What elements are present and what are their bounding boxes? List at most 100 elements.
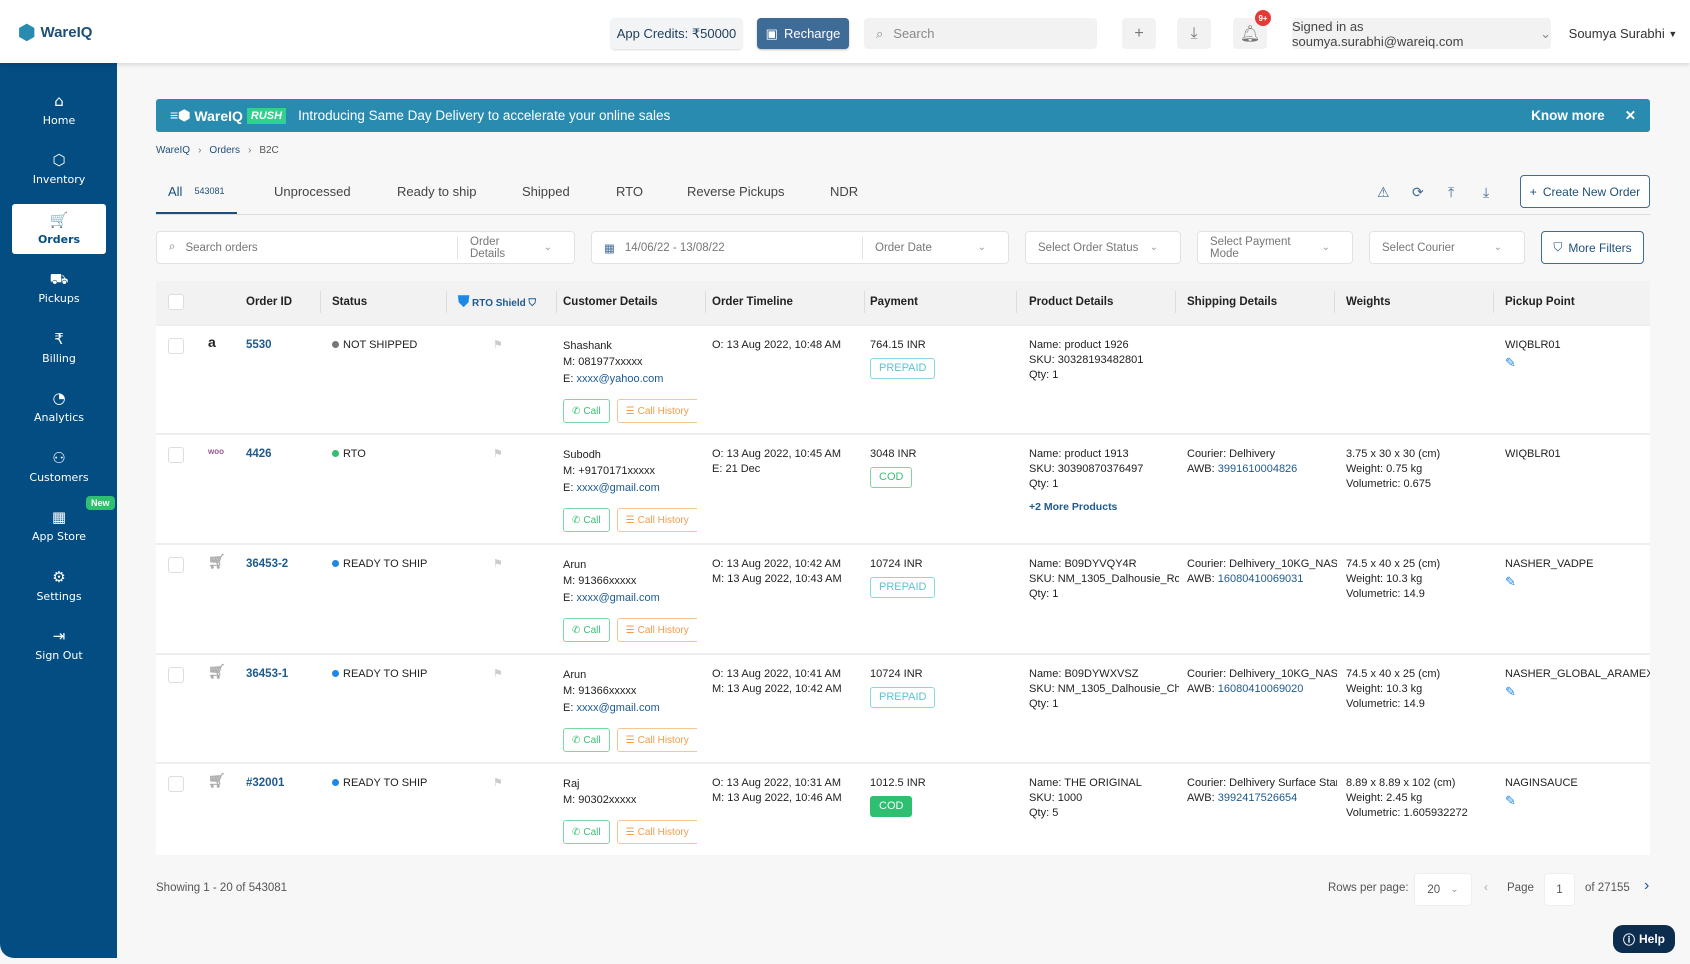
recharge-button[interactable]: ▣ Recharge (757, 18, 849, 49)
rows-per-page-select[interactable]: 20 ⌄ (1414, 873, 1472, 906)
tab-unprocessed[interactable]: Unprocessed (274, 184, 351, 214)
customer-details: Arun M: 91366xxxxx E: xxxx@gmail.com ✆ Ca… (563, 667, 697, 752)
sidebar-item-inventory[interactable]: ⬡ Inventory (12, 145, 106, 195)
phone-icon: ✆ (572, 826, 581, 838)
call-button[interactable]: ✆ Call (563, 618, 610, 642)
user-menu[interactable]: Soumya Surabhi ▼ (1568, 18, 1678, 49)
search-orders-input[interactable]: ⌕ Search orders (157, 232, 457, 263)
call-history-button[interactable]: ☰ Call History (616, 508, 697, 532)
call-history-button[interactable]: ☰ Call History (616, 618, 697, 642)
col-rto-shield[interactable]: ⛊ RTO Shield ⛉ (458, 292, 536, 312)
order-status-select[interactable]: Select Order Status ⌄ (1025, 231, 1181, 264)
download-icon[interactable]: ⤓ (1483, 184, 1489, 201)
call-history-button[interactable]: ☰ Call History (616, 399, 697, 423)
email-link[interactable]: xxxx@yahoo.com (576, 373, 663, 385)
wareiq-logo[interactable]: ⬢ WareIQ (18, 20, 92, 45)
breadcrumb-wareiq[interactable]: WareIQ (156, 145, 190, 156)
more-products-link[interactable]: +2 More Products (1029, 500, 1179, 515)
chevron-down-icon: ⌄ (977, 242, 986, 253)
call-button[interactable]: ✆ Call (563, 399, 610, 423)
tab-all[interactable]: All 543081 (156, 184, 237, 214)
flag-icon[interactable]: ⚑ (493, 557, 503, 572)
row-checkbox[interactable] (168, 447, 184, 463)
call-button[interactable]: ✆ Call (563, 508, 610, 532)
chevron-right-icon: › (247, 145, 252, 156)
phone-icon: ✆ (572, 405, 581, 417)
refresh-icon[interactable]: ⟳ (1412, 184, 1424, 201)
flag-icon[interactable]: ⚑ (493, 667, 503, 682)
prev-page-button[interactable]: ‹ (1484, 882, 1488, 894)
upload-icon[interactable]: ⤒ (1448, 184, 1454, 201)
edit-icon[interactable]: ✎ (1505, 793, 1578, 808)
edit-icon[interactable]: ✎ (1505, 684, 1650, 699)
global-search-input[interactable]: ⌕ Search (864, 18, 1097, 49)
sidebar-item-sign-out[interactable]: ⇥ Sign Out (12, 621, 106, 671)
awb-link[interactable]: 16080410069031 (1218, 573, 1304, 585)
payment-mode-badge: COD (870, 467, 913, 488)
tab-shipped[interactable]: Shipped (522, 184, 570, 214)
more-filters-button[interactable]: ⛉ More Filters (1541, 231, 1644, 264)
chevron-down-icon: ⌄ (1321, 242, 1330, 253)
row-checkbox[interactable] (168, 776, 184, 792)
sidebar-item-pickups[interactable]: ⛟ Pickups (12, 264, 106, 314)
shipping-details: Courier: Delhivery AWB: 3991610004826 (1187, 447, 1337, 477)
select-all-checkbox[interactable] (168, 294, 184, 310)
showing-count: Showing 1 - 20 of 543081 (156, 882, 288, 894)
email-link[interactable]: xxxx@gmail.com (576, 702, 659, 714)
order-id-link[interactable]: 36453-1 (246, 667, 288, 682)
call-button[interactable]: ✆ Call (563, 728, 610, 752)
row-checkbox[interactable] (168, 557, 184, 573)
close-icon[interactable]: ✕ (1625, 108, 1636, 124)
call-button[interactable]: ✆ Call (563, 820, 610, 844)
order-id-link[interactable]: 36453-2 (246, 557, 288, 572)
order-id-link[interactable]: #32001 (246, 776, 284, 791)
customer-details: Subodh M: +9170171xxxxx E: xxxx@gmail.co… (563, 447, 697, 532)
edit-icon[interactable]: ✎ (1505, 574, 1593, 589)
payment-mode-select[interactable]: Select Payment Mode ⌄ (1197, 231, 1353, 264)
create-new-order-button[interactable]: + Create New Order (1520, 175, 1650, 208)
know-more-link[interactable]: Know more (1531, 108, 1605, 124)
amazon-icon: a (208, 334, 216, 350)
order-id-link[interactable]: 4426 (246, 447, 272, 462)
sidebar-item-customers[interactable]: ⚇ Customers (12, 442, 106, 492)
sidebar-item-home[interactable]: ⌂ Home (12, 85, 106, 135)
row-checkbox[interactable] (168, 338, 184, 354)
sidebar-item-billing[interactable]: ₹ Billing (12, 323, 106, 373)
edit-icon[interactable]: ✎ (1505, 355, 1561, 370)
flag-icon[interactable]: ⚑ (493, 447, 503, 462)
tab-reverse-pickups[interactable]: Reverse Pickups (687, 184, 785, 214)
tab-ready-to-ship[interactable]: Ready to ship (397, 184, 477, 214)
awb-link[interactable]: 3992417526654 (1218, 792, 1298, 804)
download-icon: ⤓ (1190, 24, 1198, 42)
email-link[interactable]: xxxx@gmail.com (576, 592, 659, 604)
courier-select[interactable]: Select Courier ⌄ (1369, 231, 1525, 264)
call-history-button[interactable]: ☰ Call History (616, 820, 697, 844)
awb-link[interactable]: 3991610004826 (1218, 463, 1298, 475)
date-range-picker[interactable]: ▦ 14/06/22 - 13/08/22 (592, 232, 862, 263)
breadcrumb-orders[interactable]: Orders (209, 145, 240, 156)
awb-link[interactable]: 16080410069020 (1218, 683, 1304, 695)
page-input[interactable]: 1 (1544, 873, 1575, 906)
email-link[interactable]: xxxx@gmail.com (576, 482, 659, 494)
tab-ndr[interactable]: NDR (830, 184, 858, 214)
order-id-link[interactable]: 5530 (246, 338, 272, 353)
next-page-button[interactable]: › (1644, 877, 1649, 895)
tab-rto[interactable]: RTO (616, 184, 643, 214)
help-icon: ⓘ (1622, 932, 1635, 947)
flag-icon[interactable]: ⚑ (493, 776, 503, 791)
downloads-button[interactable]: ⤓ (1177, 18, 1211, 49)
sidebar-item-orders[interactable]: 🛒 Orders (12, 204, 106, 254)
flag-icon[interactable]: ⚑ (493, 338, 503, 353)
plus-icon: + (1529, 184, 1537, 199)
order-date-select[interactable]: Order Date ⌄ (863, 232, 1008, 263)
call-history-button[interactable]: ☰ Call History (616, 728, 697, 752)
help-button[interactable]: ⓘ Help (1613, 925, 1675, 953)
sidebar-item-analytics[interactable]: ◔ Analytics (12, 383, 106, 433)
row-checkbox[interactable] (168, 667, 184, 683)
order-details-select[interactable]: Order Details ⌄ (458, 232, 574, 263)
sidebar-item-settings[interactable]: ⚙ Settings (12, 561, 106, 611)
account-selector[interactable]: Signed in as soumya.surabhi@wareiq.com ⌄ (1292, 18, 1551, 49)
add-button[interactable]: + (1122, 18, 1156, 49)
col-customer-details: Customer Details (563, 296, 658, 308)
warning-icon[interactable]: ⚠ (1377, 184, 1390, 201)
